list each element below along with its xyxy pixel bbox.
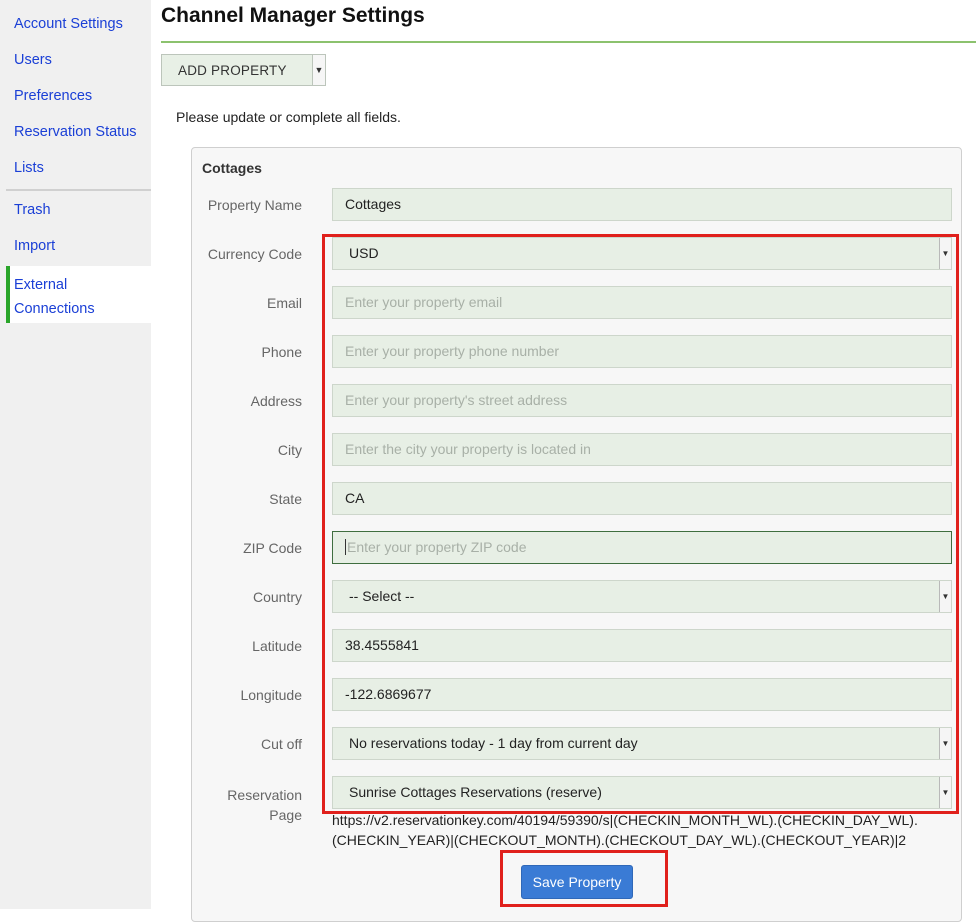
longitude-label: Longitude [240,687,302,703]
sidebar-item-account-settings[interactable]: Account Settings [14,16,123,32]
sidebar-item-trash[interactable]: Trash [14,202,51,218]
sidebar-item-lists[interactable]: Lists [14,160,44,176]
property-name-input[interactable]: Cottages [332,188,952,221]
page-title: Channel Manager Settings [161,4,425,27]
currency-code-label: Currency Code [207,246,302,262]
address-field[interactable]: Enter your property's street address [332,384,952,417]
cut-off-select[interactable]: No reservations today - 1 day from curre… [332,727,952,760]
reservation-page-value: Sunrise Cottages Reservations (reserve) [349,784,602,800]
state-field[interactable]: CA [332,482,952,515]
state-label: State [269,491,302,507]
chevron-down-icon: ▼ [312,55,325,85]
latitude-field[interactable]: 38.4555841 [332,629,952,662]
instructions-text: Please update or complete all fields. [176,109,401,125]
currency-code-value: USD [349,245,379,261]
reservation-page-label-line2: Page [269,807,302,823]
add-property-dropdown[interactable]: ADD PROPERTY ▼ [161,54,326,86]
email-field[interactable]: Enter your property email [332,286,952,319]
city-field[interactable]: Enter the city your property is located … [332,433,952,466]
zip-code-placeholder: Enter your property ZIP code [347,539,527,555]
property-name-label: Property Name [207,197,302,213]
chevron-down-icon: ▼ [939,238,951,269]
zip-code-field[interactable]: Enter your property ZIP code [332,531,952,564]
reservation-page-select[interactable]: Sunrise Cottages Reservations (reserve) … [332,776,952,809]
city-label: City [277,442,302,458]
country-select[interactable]: -- Select -- ▼ [332,580,952,613]
reservation-page-label-line1: Reservation [227,787,302,803]
phone-label: Phone [261,344,302,360]
reservation-url-text: https://v2.reservationkey.com/40194/5939… [332,812,918,848]
cut-off-label: Cut off [261,736,302,752]
currency-code-select[interactable]: USD ▼ [332,237,952,270]
phone-field[interactable]: Enter your property phone number [332,335,952,368]
sidebar-item-users[interactable]: Users [14,52,52,68]
title-divider [161,41,976,43]
sidebar-item-external-connections[interactable]: External Connections [6,266,151,323]
email-label: Email [266,295,302,311]
zip-code-label: ZIP Code [243,540,302,556]
address-label: Address [250,393,302,409]
sidebar-item-label: External Connections [14,277,95,317]
reservation-page-label: Reservation Page [227,785,302,825]
country-label: Country [252,589,302,605]
chevron-down-icon: ▼ [939,777,951,808]
country-value: -- Select -- [349,588,415,604]
cut-off-value: No reservations today - 1 day from curre… [349,735,638,751]
text-cursor [345,539,346,555]
chevron-down-icon: ▼ [939,728,951,759]
sidebar-item-import[interactable]: Import [14,238,55,254]
add-property-label: ADD PROPERTY [178,63,287,78]
sidebar-item-reservation-status[interactable]: Reservation Status [14,124,137,140]
latitude-label: Latitude [252,638,302,654]
save-property-button[interactable]: Save Property [521,865,633,899]
sidebar-item-preferences[interactable]: Preferences [14,88,92,104]
longitude-field[interactable]: -122.6869677 [332,678,952,711]
sidebar: Account Settings Users Preferences Reser… [0,0,151,909]
chevron-down-icon: ▼ [939,581,951,612]
sidebar-divider [6,189,151,191]
form-section-title: Cottages [202,160,262,176]
